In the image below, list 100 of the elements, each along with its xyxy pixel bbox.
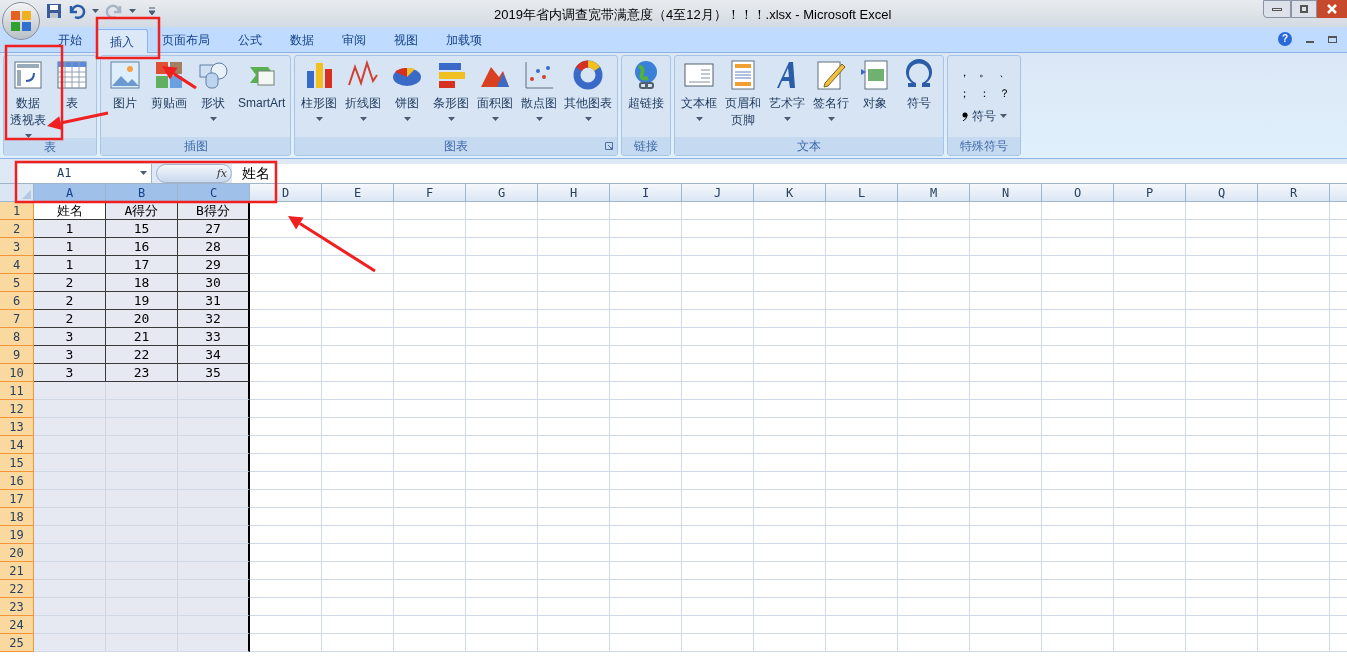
ribbon-tab[interactable]: 加载项: [432, 28, 496, 52]
row-header[interactable]: 20: [0, 544, 34, 562]
ribbon-button[interactable]: 对象: [853, 59, 898, 137]
insert-function-button[interactable]: fx: [216, 165, 227, 182]
column-header[interactable]: M: [898, 184, 970, 202]
row-header[interactable]: 15: [0, 454, 34, 472]
row-header[interactable]: 24: [0, 616, 34, 634]
column-header[interactable]: O: [1042, 184, 1114, 202]
ribbon-button[interactable]: 表: [50, 59, 94, 138]
ribbon-button[interactable]: 折线图: [341, 59, 386, 137]
row-header[interactable]: 18: [0, 508, 34, 526]
table-cell: 31: [178, 292, 250, 310]
symbol-button[interactable]: ：: [979, 84, 990, 101]
office-logo-icon[interactable]: [2, 2, 40, 40]
symbol-button[interactable]: 、: [999, 64, 1010, 81]
row-header[interactable]: 3: [0, 238, 34, 256]
ribbon-tab[interactable]: 视图: [380, 28, 432, 52]
ribbon-tab[interactable]: 开始: [44, 28, 96, 52]
ribbon-button[interactable]: 面积图: [473, 59, 518, 137]
ribbon-tab[interactable]: 审阅: [328, 28, 380, 52]
ribbon-button[interactable]: 图片: [103, 59, 147, 137]
ribbon-button[interactable]: 数据 透视表: [6, 59, 50, 138]
symbol-button[interactable]: ；: [959, 84, 970, 101]
column-header[interactable]: E: [322, 184, 394, 202]
row-header[interactable]: 7: [0, 310, 34, 328]
ribbon-button[interactable]: 艺术字: [765, 59, 810, 137]
ribbon-button[interactable]: 柱形图: [297, 59, 342, 137]
column-header[interactable]: R: [1258, 184, 1330, 202]
ribbon-button[interactable]: SmartArt: [235, 59, 289, 137]
button-label: 页脚: [731, 112, 756, 129]
row-header[interactable]: 21: [0, 562, 34, 580]
close-button[interactable]: [1317, 0, 1347, 18]
row-header[interactable]: 16: [0, 472, 34, 490]
ribbon-button[interactable]: 文本框: [677, 59, 722, 137]
column-header[interactable]: C: [178, 184, 250, 202]
name-box[interactable]: A1: [17, 163, 152, 183]
ribbon-tab[interactable]: 数据: [276, 28, 328, 52]
ribbon-button[interactable]: 散点图: [517, 59, 562, 137]
ribbon-tab[interactable]: 插入: [96, 29, 148, 53]
group-label: 表: [44, 139, 56, 156]
ribbon-button[interactable]: 签名行: [809, 59, 854, 137]
select-all-corner[interactable]: [0, 184, 34, 202]
row-header[interactable]: 11: [0, 382, 34, 400]
column-header[interactable]: N: [970, 184, 1042, 202]
column-header[interactable]: B: [106, 184, 178, 202]
restore-window-icon[interactable]: [1328, 35, 1337, 43]
row-header[interactable]: 2: [0, 220, 34, 238]
row-header[interactable]: 13: [0, 418, 34, 436]
column-header[interactable]: G: [466, 184, 538, 202]
row-header[interactable]: 8: [0, 328, 34, 346]
dialog-launcher-icon[interactable]: [605, 142, 614, 150]
row-header[interactable]: 19: [0, 526, 34, 544]
row-header[interactable]: 10: [0, 364, 34, 382]
row-header[interactable]: 12: [0, 400, 34, 418]
save-icon[interactable]: [46, 3, 62, 19]
redo-icon[interactable]: [105, 3, 123, 19]
formula-bar-handle[interactable]: fx: [156, 163, 232, 183]
button-label: 对象: [863, 95, 888, 112]
formula-field[interactable]: 姓名: [232, 163, 1347, 183]
button-label: 形状: [201, 95, 225, 112]
undo-icon[interactable]: [68, 3, 86, 19]
symbol-button[interactable]: ？: [999, 84, 1010, 101]
row-header[interactable]: 23: [0, 598, 34, 616]
row-header[interactable]: 22: [0, 580, 34, 598]
column-header[interactable]: A: [34, 184, 106, 202]
column-header[interactable]: F: [394, 184, 466, 202]
ribbon-button[interactable]: 饼图: [385, 59, 430, 137]
symbol-button[interactable]: 。: [979, 64, 990, 81]
ribbon-button[interactable]: 其他图表: [561, 59, 616, 137]
ribbon-button[interactable]: 条形图: [429, 59, 474, 137]
ribbon-button[interactable]: 超链接: [624, 59, 669, 137]
row-header[interactable]: 4: [0, 256, 34, 274]
ribbon-button[interactable]: 页眉和 页脚: [721, 59, 766, 137]
ribbon-tab[interactable]: 页面布局: [148, 28, 224, 52]
ribbon-tab[interactable]: 公式: [224, 28, 276, 52]
column-header[interactable]: K: [754, 184, 826, 202]
row-header[interactable]: 14: [0, 436, 34, 454]
restore-button[interactable]: [1291, 0, 1317, 18]
column-header[interactable]: I: [610, 184, 682, 202]
ribbon-button[interactable]: 形状: [191, 59, 235, 137]
row-header[interactable]: 6: [0, 292, 34, 310]
row-header[interactable]: 9: [0, 346, 34, 364]
column-header[interactable]: H: [538, 184, 610, 202]
symbol-button[interactable]: ，: [959, 64, 970, 81]
column-header[interactable]: P: [1114, 184, 1186, 202]
ribbon-button[interactable]: 符号: [897, 59, 942, 137]
row-header[interactable]: 17: [0, 490, 34, 508]
annotation-box: [95, 16, 161, 60]
column-header[interactable]: J: [682, 184, 754, 202]
row-header[interactable]: 25: [0, 634, 34, 652]
minimize-button[interactable]: [1263, 0, 1291, 18]
row-header[interactable]: 5: [0, 274, 34, 292]
help-button[interactable]: ?: [1278, 32, 1292, 46]
symbol-dropdown[interactable]: 符号: [961, 107, 1007, 125]
customize-toolbar-icon[interactable]: [148, 6, 156, 16]
column-header[interactable]: L: [826, 184, 898, 202]
column-header[interactable]: Q: [1186, 184, 1258, 202]
group-label: 链接: [634, 138, 659, 155]
row-header[interactable]: 1: [0, 202, 34, 220]
column-header[interactable]: D: [250, 184, 322, 202]
